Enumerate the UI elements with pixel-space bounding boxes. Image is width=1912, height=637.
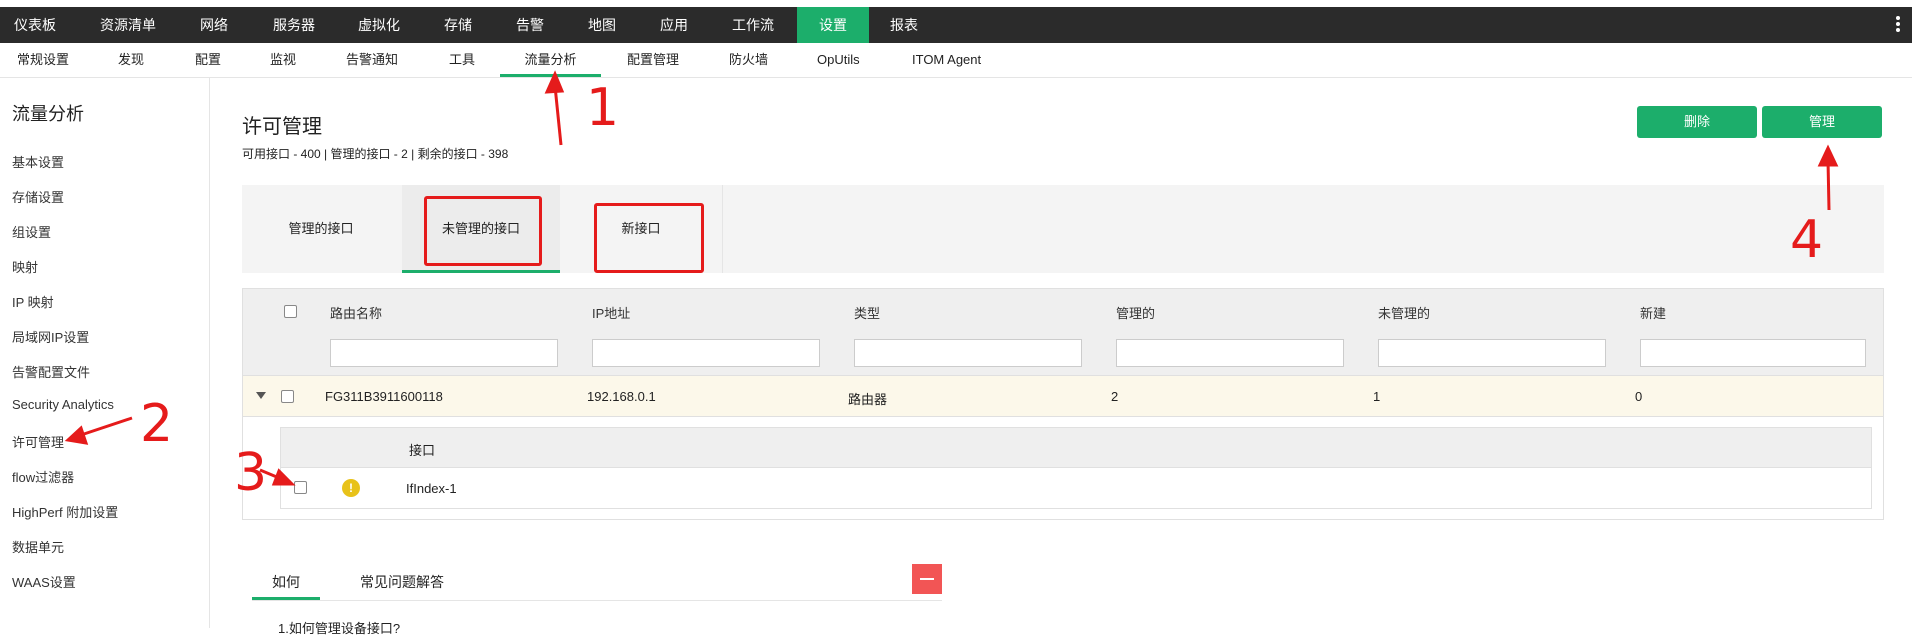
annotation-arrowhead-2 [64, 425, 89, 445]
annotation-arrowhead-1 [544, 70, 565, 94]
annotation-arrowhead-3 [271, 468, 296, 486]
annotation-arrows [64, 70, 1839, 486]
annotation-arrow-4 [1826, 159, 1831, 211]
annotation-arrow-2 [77, 416, 133, 438]
annotation-arrowhead-4 [1817, 144, 1839, 167]
annotation-arrow-1 [553, 85, 563, 146]
